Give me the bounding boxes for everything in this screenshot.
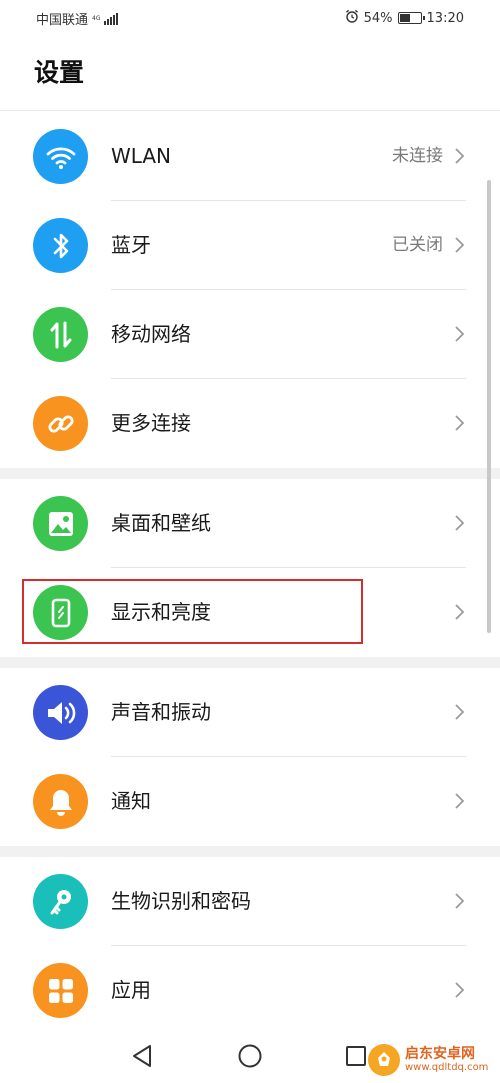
chevron-right-icon [455, 982, 464, 998]
chevron-right-icon [455, 326, 464, 342]
settings-item-notifications[interactable]: 通知 [0, 757, 500, 846]
watermark-url: www.qdltdq.com [405, 1062, 489, 1073]
watermark-name: 启东安卓网 [405, 1046, 475, 1062]
settings-screen: 中国联通 4G 54% 13:20 设置 WLAN 未连接 蓝牙 已关闭 移动网… [0, 0, 500, 1083]
settings-item-mobile-network[interactable]: 移动网络 [0, 290, 500, 379]
settings-item-more-connections[interactable]: 更多连接 [0, 379, 500, 468]
settings-item-value: 未连接 [392, 146, 443, 166]
key-icon [33, 874, 88, 929]
chevron-right-icon [455, 515, 464, 531]
back-icon [133, 1045, 151, 1067]
settings-list: WLAN 未连接 蓝牙 已关闭 移动网络 更多连接 桌面和壁纸 显示和亮度 声音… [0, 112, 500, 1035]
settings-item-label: 桌面和壁纸 [111, 511, 211, 535]
settings-item-label: 声音和振动 [111, 700, 211, 724]
apps-icon [33, 963, 88, 1018]
chevron-right-icon [455, 415, 464, 431]
group-separator [0, 846, 500, 857]
clock: 13:20 [426, 10, 464, 26]
chevron-right-icon [455, 893, 464, 909]
settings-item-biometrics-password[interactable]: 生物识别和密码 [0, 857, 500, 946]
group-separator [0, 657, 500, 668]
chevron-right-icon [455, 237, 464, 253]
settings-item-label: 生物识别和密码 [111, 889, 251, 913]
mobile-data-icon [33, 307, 88, 362]
bell-icon [33, 774, 88, 829]
wallpaper-icon [33, 496, 88, 551]
scrollbar[interactable] [487, 180, 491, 633]
home-icon [238, 1044, 262, 1068]
network-type: 4G [92, 14, 101, 22]
chevron-right-icon [455, 704, 464, 720]
bluetooth-icon [33, 218, 88, 273]
chevron-right-icon [455, 793, 464, 809]
recents-button[interactable] [342, 1042, 370, 1070]
recents-icon [346, 1046, 366, 1066]
settings-item-label: WLAN [111, 144, 172, 168]
watermark: 启东安卓网 www.qdltdq.com [368, 1040, 498, 1080]
settings-item-label: 应用 [111, 978, 151, 1002]
link-icon [33, 396, 88, 451]
group-separator [0, 468, 500, 479]
status-bar: 中国联通 4G 54% 13:20 [0, 0, 500, 36]
settings-item-bluetooth[interactable]: 蓝牙 已关闭 [0, 201, 500, 290]
settings-item-label: 更多连接 [111, 411, 191, 435]
settings-item-value: 已关闭 [392, 235, 443, 255]
carrier-name: 中国联通 [36, 13, 89, 28]
battery-icon [397, 12, 425, 24]
settings-item-apps[interactable]: 应用 [0, 946, 500, 1035]
alarm-icon [345, 9, 359, 27]
battery-fill [399, 14, 410, 22]
battery-percent: 54% [363, 10, 393, 26]
settings-item-label: 蓝牙 [111, 233, 151, 257]
sound-icon [33, 685, 88, 740]
watermark-logo-icon [368, 1044, 400, 1076]
chevron-right-icon [455, 148, 464, 164]
page-title: 设置 [34, 58, 85, 87]
settings-item-label: 移动网络 [111, 322, 191, 346]
settings-item-label: 通知 [111, 789, 151, 813]
settings-item-home-wallpaper[interactable]: 桌面和壁纸 [0, 479, 500, 568]
title-divider [0, 110, 500, 111]
chevron-right-icon [455, 604, 464, 620]
highlight-box [22, 579, 363, 644]
home-button[interactable] [236, 1042, 264, 1070]
signal-icon [104, 12, 119, 25]
back-button[interactable] [128, 1042, 156, 1070]
wifi-icon [33, 129, 88, 184]
settings-item-wlan[interactable]: WLAN 未连接 [0, 112, 500, 201]
settings-item-sound-vibration[interactable]: 声音和振动 [0, 668, 500, 757]
